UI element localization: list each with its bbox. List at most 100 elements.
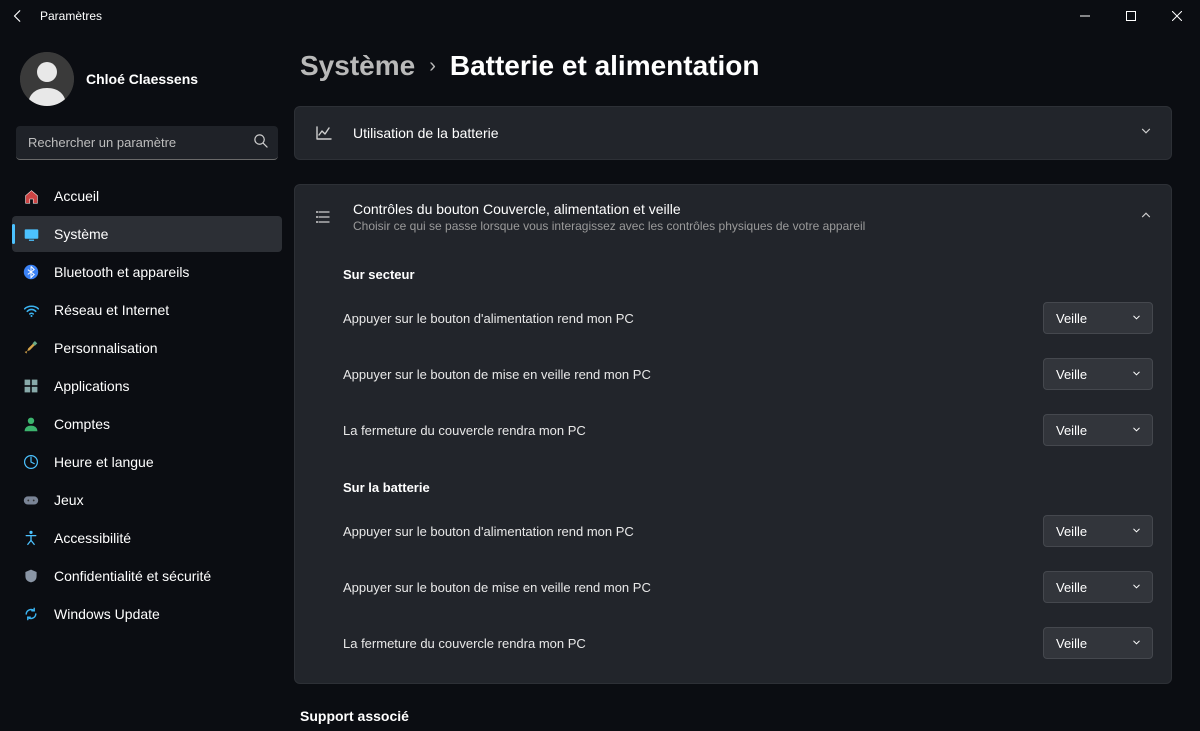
nav-label: Système xyxy=(54,226,108,242)
chevron-down-icon xyxy=(1131,580,1142,595)
dropdown-value: Veille xyxy=(1056,367,1087,382)
option-row-sleep-button-plugged: Appuyer sur le bouton de mise en veille … xyxy=(343,346,1171,402)
dropdown-sleep-battery[interactable]: Veille xyxy=(1043,571,1153,603)
nav-list: Accueil Système Bluetooth et appareils R… xyxy=(12,178,282,632)
globe-clock-icon xyxy=(22,453,40,471)
nav-apps[interactable]: Applications xyxy=(12,368,282,404)
nav-system[interactable]: Système xyxy=(12,216,282,252)
nav-bluetooth[interactable]: Bluetooth et appareils xyxy=(12,254,282,290)
titlebar: Paramètres xyxy=(0,0,1200,32)
chevron-down-icon xyxy=(1131,524,1142,539)
chevron-down-icon xyxy=(1131,311,1142,326)
search-input[interactable] xyxy=(16,126,278,160)
gamepad-icon xyxy=(22,491,40,509)
maximize-button[interactable] xyxy=(1108,0,1154,32)
nav-update[interactable]: Windows Update xyxy=(12,596,282,632)
controls-header-row[interactable]: Contrôles du bouton Couvercle, alimentat… xyxy=(295,185,1171,249)
dropdown-lid-battery[interactable]: Veille xyxy=(1043,627,1153,659)
update-icon xyxy=(22,605,40,623)
option-row-lid-battery: La fermeture du couvercle rendra mon PC … xyxy=(343,615,1171,671)
dropdown-power-battery[interactable]: Veille xyxy=(1043,515,1153,547)
nav-gaming[interactable]: Jeux xyxy=(12,482,282,518)
system-icon xyxy=(22,225,40,243)
section-heading-battery: Sur la batterie xyxy=(343,468,1171,503)
chevron-up-icon xyxy=(1139,208,1153,227)
dropdown-value: Veille xyxy=(1056,580,1087,595)
card-subtitle: Choisir ce qui se passe lorsque vous int… xyxy=(353,219,1121,233)
plugged-in-section: Sur secteur Appuyer sur le bouton d'alim… xyxy=(295,249,1171,683)
profile-block[interactable]: Chloé Claessens xyxy=(12,42,282,120)
option-row-sleep-button-battery: Appuyer sur le bouton de mise en veille … xyxy=(343,559,1171,615)
card-title: Contrôles du bouton Couvercle, alimentat… xyxy=(353,201,1121,217)
search-box xyxy=(16,126,278,160)
main-content: Système › Batterie et alimentation Utili… xyxy=(290,32,1200,731)
option-label: La fermeture du couvercle rendra mon PC xyxy=(343,636,586,651)
dropdown-sleep-plugged[interactable]: Veille xyxy=(1043,358,1153,390)
nav-label: Personnalisation xyxy=(54,340,158,356)
nav-label: Heure et langue xyxy=(54,454,154,470)
nav-label: Jeux xyxy=(54,492,84,508)
card-title: Utilisation de la batterie xyxy=(353,125,1121,141)
accessibility-icon xyxy=(22,529,40,547)
page-title: Batterie et alimentation xyxy=(450,50,760,82)
window-controls xyxy=(1062,0,1200,32)
option-label: Appuyer sur le bouton de mise en veille … xyxy=(343,580,651,595)
nav-label: Bluetooth et appareils xyxy=(54,264,189,280)
chevron-down-icon xyxy=(1139,124,1153,143)
close-button[interactable] xyxy=(1154,0,1200,32)
nav-network[interactable]: Réseau et Internet xyxy=(12,292,282,328)
option-row-power-button-battery: Appuyer sur le bouton d'alimentation ren… xyxy=(343,503,1171,559)
wifi-icon xyxy=(22,301,40,319)
lid-power-controls-card: Contrôles du bouton Couvercle, alimentat… xyxy=(294,184,1172,684)
option-row-lid-plugged: La fermeture du couvercle rendra mon PC … xyxy=(343,402,1171,458)
dropdown-value: Veille xyxy=(1056,311,1087,326)
chevron-down-icon xyxy=(1131,423,1142,438)
battery-usage-card: Utilisation de la batterie xyxy=(294,106,1172,160)
nav-label: Accueil xyxy=(54,188,99,204)
nav-privacy[interactable]: Confidentialité et sécurité xyxy=(12,558,282,594)
apps-icon xyxy=(22,377,40,395)
nav-label: Comptes xyxy=(54,416,110,432)
breadcrumb: Système › Batterie et alimentation xyxy=(294,50,1172,82)
breadcrumb-parent[interactable]: Système xyxy=(300,50,415,82)
nav-home[interactable]: Accueil xyxy=(12,178,282,214)
option-label: La fermeture du couvercle rendra mon PC xyxy=(343,423,586,438)
dropdown-value: Veille xyxy=(1056,636,1087,651)
option-row-power-button-plugged: Appuyer sur le bouton d'alimentation ren… xyxy=(343,290,1171,346)
dropdown-power-plugged[interactable]: Veille xyxy=(1043,302,1153,334)
profile-name: Chloé Claessens xyxy=(86,71,198,87)
nav-label: Applications xyxy=(54,378,130,394)
back-button[interactable] xyxy=(8,6,28,26)
option-label: Appuyer sur le bouton d'alimentation ren… xyxy=(343,524,634,539)
option-label: Appuyer sur le bouton de mise en veille … xyxy=(343,367,651,382)
person-icon xyxy=(22,415,40,433)
nav-time-lang[interactable]: Heure et langue xyxy=(12,444,282,480)
dropdown-lid-plugged[interactable]: Veille xyxy=(1043,414,1153,446)
dropdown-value: Veille xyxy=(1056,524,1087,539)
option-label: Appuyer sur le bouton d'alimentation ren… xyxy=(343,311,634,326)
shield-icon xyxy=(22,567,40,585)
nav-label: Windows Update xyxy=(54,606,160,622)
nav-personalization[interactable]: Personnalisation xyxy=(12,330,282,366)
sidebar: Chloé Claessens Accueil Système Bluetoot… xyxy=(0,32,290,731)
minimize-button[interactable] xyxy=(1062,0,1108,32)
nav-label: Confidentialité et sécurité xyxy=(54,568,211,584)
chevron-down-icon xyxy=(1131,636,1142,651)
window-title: Paramètres xyxy=(40,9,102,23)
bluetooth-icon xyxy=(22,263,40,281)
nav-label: Réseau et Internet xyxy=(54,302,169,318)
home-icon xyxy=(22,187,40,205)
nav-accessibility[interactable]: Accessibilité xyxy=(12,520,282,556)
chevron-down-icon xyxy=(1131,367,1142,382)
chart-line-icon xyxy=(313,123,335,143)
support-heading: Support associé xyxy=(300,708,1172,724)
section-heading-plugged: Sur secteur xyxy=(343,255,1171,290)
dropdown-value: Veille xyxy=(1056,423,1087,438)
list-settings-icon xyxy=(313,207,335,227)
avatar xyxy=(20,52,74,106)
chevron-right-icon: › xyxy=(429,55,436,78)
battery-usage-row[interactable]: Utilisation de la batterie xyxy=(295,107,1171,159)
nav-label: Accessibilité xyxy=(54,530,131,546)
nav-accounts[interactable]: Comptes xyxy=(12,406,282,442)
brush-icon xyxy=(22,339,40,357)
